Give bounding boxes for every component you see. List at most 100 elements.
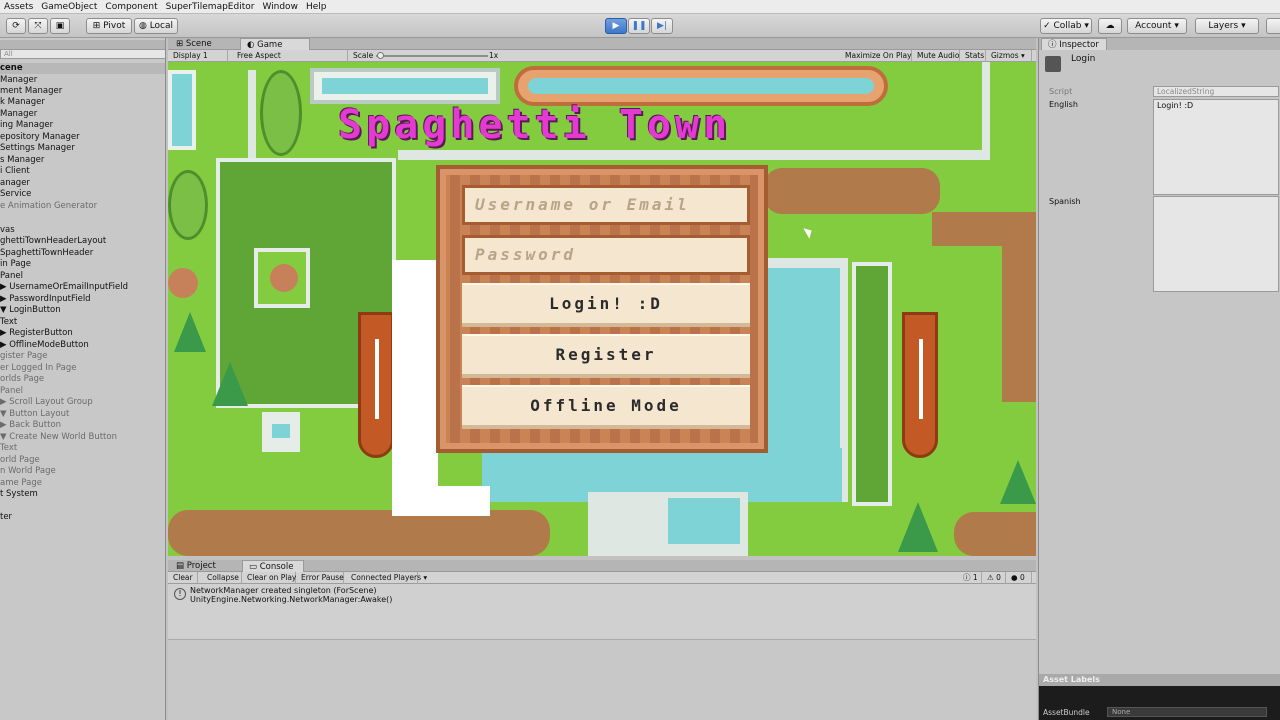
console-tab-strip: ▤ Project ▭ Console bbox=[168, 560, 1036, 572]
tab-console[interactable]: ▭ Console bbox=[242, 560, 304, 572]
log-message-line2: UnityEngine.Networking.NetworkManager:Aw… bbox=[190, 595, 393, 604]
menu-help[interactable]: Help bbox=[302, 0, 331, 14]
hierarchy-item[interactable]: Text bbox=[0, 443, 17, 454]
scale-slider[interactable] bbox=[376, 55, 488, 57]
pivot-button[interactable]: ⊞ Pivot bbox=[86, 18, 132, 34]
hierarchy-item[interactable]: ▼ Create New World Button bbox=[0, 432, 117, 443]
stats-toggle[interactable]: Stats bbox=[962, 50, 986, 62]
menu-supertilemapeditor[interactable]: SuperTilemapEditor bbox=[162, 0, 259, 14]
layers-dropdown[interactable]: Layers ▾ bbox=[1195, 18, 1259, 34]
step-button[interactable]: ▶| bbox=[651, 18, 673, 34]
tab-scene[interactable]: ⊞ Scene bbox=[170, 38, 218, 50]
hierarchy-item[interactable]: Text bbox=[0, 317, 17, 328]
hierarchy-item[interactable]: Service bbox=[0, 189, 31, 200]
pool-water bbox=[322, 78, 488, 94]
password-input[interactable]: Password bbox=[462, 235, 750, 275]
spanish-textarea[interactable] bbox=[1153, 196, 1279, 292]
aspect-dropdown[interactable]: Free Aspect bbox=[234, 50, 348, 62]
error-pause-toggle[interactable]: Error Pause bbox=[298, 572, 344, 584]
hierarchy-item[interactable]: in Page bbox=[0, 259, 31, 270]
play-button[interactable]: ▶ bbox=[605, 18, 627, 34]
menu-assets[interactable]: Assets bbox=[0, 0, 37, 14]
small-fountain bbox=[262, 412, 300, 452]
hierarchy-item[interactable]: ame Page bbox=[0, 478, 42, 489]
account-dropdown[interactable]: Account ▾ bbox=[1127, 18, 1187, 34]
hierarchy-item[interactable]: ▼ LoginButton bbox=[0, 305, 61, 316]
script-field[interactable]: LocalizedString bbox=[1153, 86, 1279, 97]
collapse-toggle[interactable]: Collapse bbox=[204, 572, 242, 584]
register-button[interactable]: Register bbox=[462, 334, 750, 378]
hierarchy-item[interactable]: ▶ OfflineModeButton bbox=[0, 340, 89, 351]
local-button[interactable]: ◍ Local bbox=[134, 18, 178, 34]
layout-dropdown[interactable] bbox=[1266, 18, 1280, 34]
clear-on-play-toggle[interactable]: Clear on Play bbox=[244, 572, 296, 584]
maximize-on-play-toggle[interactable]: Maximize On Play bbox=[842, 50, 912, 62]
hierarchy-item[interactable]: ▶ RegisterButton bbox=[0, 328, 73, 339]
hierarchy-item[interactable]: ▼ Button Layout bbox=[0, 409, 69, 420]
info-icon: ! bbox=[174, 588, 186, 600]
hierarchy-item[interactable]: gister Page bbox=[0, 351, 48, 362]
scale-label: Scale bbox=[353, 51, 374, 60]
menu-gameobject[interactable]: GameObject bbox=[37, 0, 101, 14]
rotate-tool-icon[interactable]: ⟳ bbox=[6, 18, 26, 34]
scale-slider-thumb[interactable] bbox=[377, 52, 384, 59]
menu-component[interactable]: Component bbox=[101, 0, 161, 14]
pine-tree bbox=[174, 312, 206, 352]
error-count-toggle[interactable]: ● 0 bbox=[1008, 572, 1032, 584]
asset-bundle-dropdown[interactable]: None bbox=[1107, 707, 1267, 717]
hierarchy-item[interactable]: ter bbox=[0, 512, 12, 523]
collab-button[interactable]: ✓ Collab ▾ bbox=[1040, 18, 1092, 34]
hierarchy-item[interactable]: s Manager bbox=[0, 155, 44, 166]
username-or-email-input[interactable]: Username or Email bbox=[462, 185, 750, 225]
game-icon: ◐ bbox=[247, 40, 258, 50]
hierarchy-item[interactable]: ▶ UsernameOrEmailInputField bbox=[0, 282, 128, 293]
display-dropdown[interactable]: Display 1 bbox=[170, 50, 228, 62]
hierarchy-item[interactable]: orlds Page bbox=[0, 374, 44, 385]
hierarchy-item[interactable]: vas bbox=[0, 225, 15, 236]
hierarchy-item[interactable]: Settings Manager bbox=[0, 143, 75, 154]
login-button[interactable]: Login! :D bbox=[462, 283, 750, 327]
mute-audio-toggle[interactable]: Mute Audio bbox=[914, 50, 960, 62]
hierarchy-item[interactable]: Manager bbox=[0, 75, 37, 86]
hierarchy-item[interactable]: ment Manager bbox=[0, 86, 62, 97]
hierarchy-item[interactable]: ▶ Scroll Layout Group bbox=[0, 397, 93, 408]
menu-bar: Assets GameObject Component SuperTilemapEdi… bbox=[0, 0, 1280, 14]
hierarchy-item[interactable]: Panel bbox=[0, 386, 23, 397]
hierarchy-item[interactable]: t System bbox=[0, 489, 38, 500]
hierarchy-item[interactable]: epository Manager bbox=[0, 132, 80, 143]
hierarchy-item[interactable]: e Animation Generator bbox=[0, 201, 97, 212]
english-textarea[interactable]: Login! :D bbox=[1153, 99, 1279, 195]
cloud-button[interactable]: ☁ bbox=[1098, 18, 1122, 34]
info-count-toggle[interactable]: ⓘ 1 bbox=[960, 572, 982, 584]
hierarchy-item[interactable]: cene bbox=[0, 63, 165, 74]
tab-inspector[interactable]: ⓘ Inspector bbox=[1041, 38, 1107, 50]
hierarchy-item[interactable]: orld Page bbox=[0, 455, 40, 466]
rect-tool-icon[interactable]: ▣ bbox=[50, 18, 70, 34]
pause-button[interactable]: ❚❚ bbox=[628, 18, 650, 34]
warning-count-toggle[interactable]: ⚠ 0 bbox=[984, 572, 1006, 584]
hierarchy-item[interactable]: SpaghettiTownHeader bbox=[0, 248, 93, 259]
hierarchy-item[interactable]: Panel bbox=[0, 271, 23, 282]
hierarchy-item[interactable]: i Client bbox=[0, 166, 30, 177]
menu-window[interactable]: Window bbox=[258, 0, 302, 14]
hierarchy-item[interactable]: k Manager bbox=[0, 97, 45, 108]
hierarchy-search-input[interactable]: All bbox=[0, 49, 165, 59]
hierarchy-item[interactable]: ing Manager bbox=[0, 120, 53, 131]
asset-labels-header: Asset Labels bbox=[1039, 674, 1280, 686]
hedge-right bbox=[852, 262, 892, 506]
tab-game[interactable]: ◐ Game bbox=[240, 38, 310, 50]
hierarchy-item[interactable]: n World Page bbox=[0, 466, 56, 477]
scale-tool-icon[interactable]: ⤧ bbox=[28, 18, 48, 34]
console-log-entry[interactable]: ! NetworkManager created singleton (ForS… bbox=[168, 584, 1036, 640]
offline-mode-button[interactable]: Offline Mode bbox=[462, 385, 750, 429]
hierarchy-item[interactable]: ghettiTownHeaderLayout bbox=[0, 236, 106, 247]
hierarchy-item[interactable]: anager bbox=[0, 178, 30, 189]
tab-project[interactable]: ▤ Project bbox=[170, 560, 222, 572]
hierarchy-item[interactable]: er Logged In Page bbox=[0, 363, 77, 374]
hierarchy-item[interactable]: ▶ Back Button bbox=[0, 420, 61, 431]
hierarchy-item[interactable]: Manager bbox=[0, 109, 37, 120]
connected-players-dropdown[interactable]: Connected Players ▾ bbox=[348, 572, 427, 584]
clear-button[interactable]: Clear bbox=[170, 572, 198, 584]
hierarchy-item[interactable]: ▶ PasswordInputField bbox=[0, 294, 91, 305]
gizmos-dropdown[interactable]: Gizmos ▾ bbox=[988, 50, 1032, 62]
